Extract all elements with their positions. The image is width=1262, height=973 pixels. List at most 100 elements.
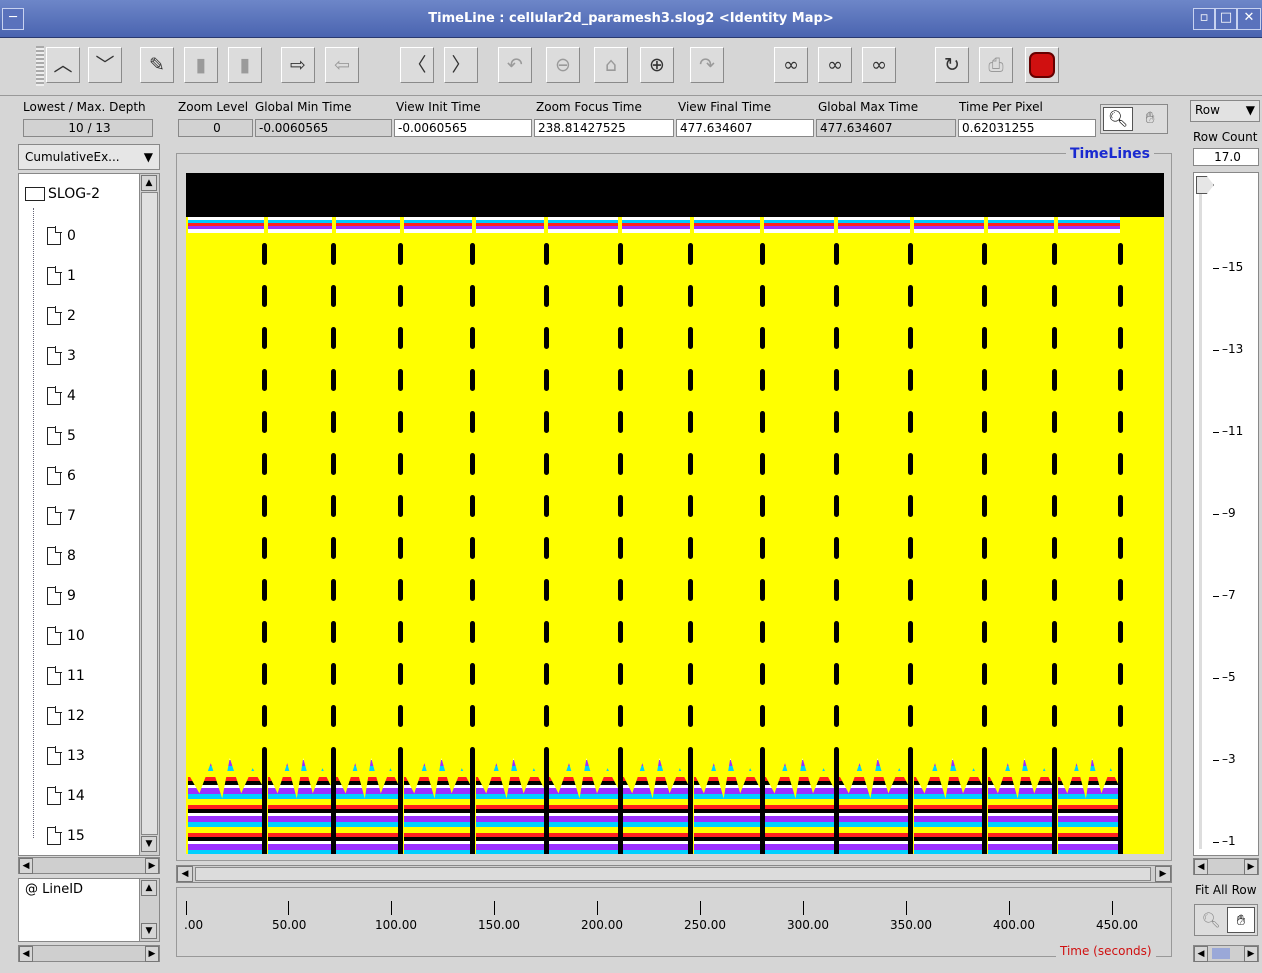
chevron-left-icon: 〈 [407, 54, 427, 76]
binoculars-icon: ∞ [783, 54, 799, 76]
view-final-field[interactable]: 477.634607 [676, 119, 814, 137]
zoom-mode-button[interactable]: 🔍︎ [1103, 107, 1133, 131]
edit-button[interactable]: ✎ [140, 47, 174, 83]
scroll-left-arrow[interactable]: ◀ [177, 866, 193, 882]
row-hand-button[interactable]: ✋︎ [1227, 907, 1255, 933]
depth-field[interactable]: 10 / 13 [23, 119, 153, 137]
scroll-left-arrow[interactable]: ◀ [19, 858, 33, 874]
tree-item-9[interactable]: 9 [47, 576, 76, 616]
timeline-event-marker [618, 453, 623, 475]
row-axis-label: –7 [1222, 588, 1236, 602]
tree-item-12[interactable]: 12 [47, 696, 85, 736]
maximize-button[interactable]: □ [1215, 8, 1237, 30]
zoom-out-button[interactable]: ⊖ [546, 47, 580, 83]
search-init-button[interactable]: ∞ [818, 47, 852, 83]
hand-mode-button[interactable]: ✋︎ [1135, 107, 1165, 131]
tree-item-3[interactable]: 3 [47, 336, 76, 376]
undo-button[interactable]: ↶ [498, 47, 532, 83]
row-bottom-scrollbar[interactable]: ◀ ▶ [1193, 945, 1259, 962]
timeline-canvas[interactable] [186, 173, 1164, 854]
tree-item-2[interactable]: 2 [47, 296, 76, 336]
tree-scroll-thumb[interactable] [141, 192, 158, 835]
view-init-field[interactable]: -0.0060565 [394, 119, 532, 137]
tree-item-4[interactable]: 4 [47, 376, 76, 416]
tree-item-0[interactable]: 0 [47, 216, 76, 256]
row-hscrollbar[interactable]: ◀ ▶ [1193, 858, 1259, 875]
delete-button[interactable]: ▮ [228, 47, 262, 83]
row-select[interactable]: Row ▼ [1190, 100, 1260, 122]
tree-item-11[interactable]: 11 [47, 656, 85, 696]
zoom-level-field[interactable]: 0 [178, 119, 253, 137]
import-button[interactable]: ⇦ [325, 47, 359, 83]
scroll-down-arrow[interactable]: ▼ [141, 923, 157, 939]
slider-thumb[interactable] [1196, 176, 1214, 194]
tree-hscrollbar[interactable]: ◀ ▶ [18, 857, 160, 874]
tree-item-15[interactable]: 15 [47, 816, 85, 855]
timeline-event-marker [331, 369, 336, 391]
global-max-field[interactable]: 477.634607 [816, 119, 956, 137]
up-button[interactable]: ︿ [46, 47, 80, 83]
export-button[interactable]: ⇨ [281, 47, 315, 83]
scroll-right-arrow[interactable]: ▶ [1244, 859, 1258, 875]
timeline-event-marker [618, 663, 623, 685]
timeline-event-marker [688, 369, 693, 391]
tree-item-8[interactable]: 8 [47, 536, 76, 576]
timeline-hscrollbar[interactable]: ◀ ▶ [176, 865, 1172, 883]
zoom-in-button[interactable]: ⊕ [640, 47, 674, 83]
tree-item-5[interactable]: 5 [47, 416, 76, 456]
tree-root[interactable]: SLOG-2 [25, 186, 100, 202]
legend-sort-dropdown[interactable]: CumulativeEx... ▼ [18, 144, 160, 170]
redo-button[interactable]: ↷ [690, 47, 724, 83]
scroll-left-arrow[interactable]: ◀ [1194, 859, 1208, 875]
tree-item-label: 2 [67, 308, 76, 324]
home-button[interactable]: ⌂ [594, 47, 628, 83]
search-backward-button[interactable]: ∞ [774, 47, 808, 83]
scroll-down-arrow[interactable]: ▼ [141, 836, 157, 852]
timeline-scroll-thumb[interactable] [195, 867, 1151, 881]
document-icon [47, 786, 62, 805]
refresh-button[interactable]: ↻ [935, 47, 969, 83]
timeline-event-marker [618, 495, 623, 517]
scroll-thumb[interactable] [1212, 948, 1230, 959]
legend-vscrollbar[interactable]: ▲ ▼ [139, 879, 159, 941]
scroll-left-button[interactable]: 〈 [400, 47, 434, 83]
timeline-event-marker [908, 537, 913, 559]
zoom-focus-field[interactable]: 238.81427525 [534, 119, 674, 137]
scroll-right-arrow[interactable]: ▶ [1155, 866, 1171, 882]
tree-item-1[interactable]: 1 [47, 256, 76, 296]
tree-item-10[interactable]: 10 [47, 616, 85, 656]
scroll-right-arrow[interactable]: ▶ [145, 946, 159, 962]
minimize-button[interactable]: ▫ [1193, 8, 1215, 30]
scroll-right-button[interactable]: 〉 [444, 47, 478, 83]
down-button[interactable]: ﹀ [88, 47, 122, 83]
timeline-event-marker [1052, 327, 1057, 349]
clipboard-button[interactable]: ▮ [184, 47, 218, 83]
toolbar-grip[interactable] [36, 46, 44, 86]
axis-tick [1009, 901, 1010, 915]
timeline-event-marker [908, 243, 913, 265]
scroll-left-arrow[interactable]: ◀ [1194, 946, 1208, 962]
close-window-button[interactable]: ✕ [1237, 8, 1261, 30]
global-min-field[interactable]: -0.0060565 [255, 119, 392, 137]
time-per-pixel-field[interactable]: 0.62031255 [958, 119, 1096, 137]
stop-button[interactable] [1025, 47, 1059, 83]
search-forward-button[interactable]: ∞ [862, 47, 896, 83]
row-count-field[interactable]: 17.0 [1193, 148, 1259, 166]
tree-item-13[interactable]: 13 [47, 736, 85, 776]
tree-vscrollbar[interactable]: ▲ ▼ [139, 174, 159, 855]
tree-item-7[interactable]: 7 [47, 496, 76, 536]
row-zoom-button[interactable]: 🔍︎ [1197, 907, 1225, 933]
scroll-up-arrow[interactable]: ▲ [141, 175, 157, 191]
scroll-right-arrow[interactable]: ▶ [145, 858, 159, 874]
row-axis-tick [1213, 760, 1219, 761]
timeline-event-marker [760, 705, 765, 727]
scroll-right-arrow[interactable]: ▶ [1244, 946, 1258, 962]
legend-lineid[interactable]: @ LineID [25, 882, 83, 897]
tree-item-6[interactable]: 6 [47, 456, 76, 496]
scroll-left-arrow[interactable]: ◀ [19, 946, 33, 962]
tree-item-14[interactable]: 14 [47, 776, 85, 816]
legend-hscrollbar[interactable]: ◀ ▶ [18, 945, 160, 962]
print-button[interactable]: ⎙ [979, 47, 1013, 83]
scroll-up-arrow[interactable]: ▲ [141, 880, 157, 896]
timeline-event-marker [262, 327, 267, 349]
